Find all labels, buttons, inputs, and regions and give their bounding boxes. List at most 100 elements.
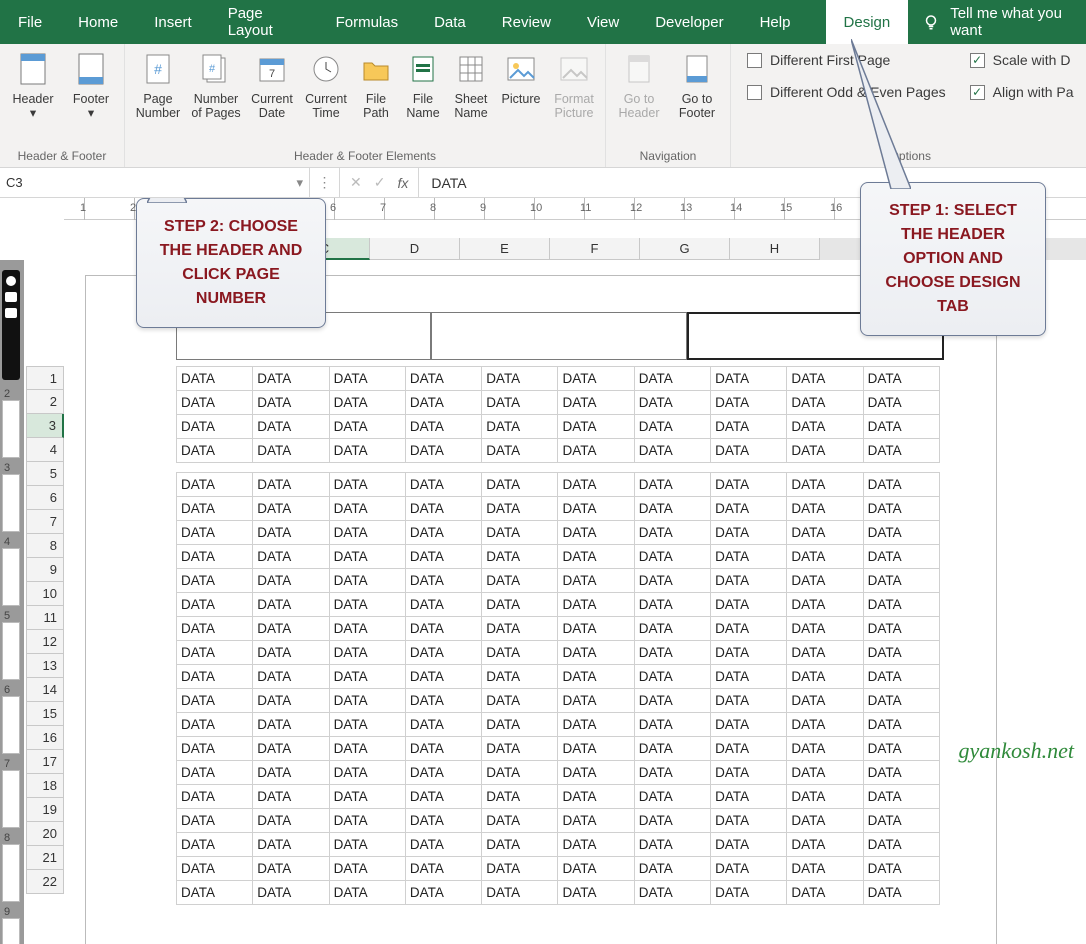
cell[interactable]: DATA bbox=[405, 713, 481, 737]
cell[interactable]: DATA bbox=[863, 665, 939, 689]
cell[interactable]: DATA bbox=[634, 761, 710, 785]
cell[interactable]: DATA bbox=[558, 391, 634, 415]
cell[interactable]: DATA bbox=[863, 521, 939, 545]
row-header[interactable]: 20 bbox=[26, 822, 64, 846]
cell[interactable]: DATA bbox=[253, 665, 329, 689]
cell[interactable]: DATA bbox=[863, 497, 939, 521]
cell[interactable]: DATA bbox=[711, 761, 787, 785]
cell[interactable]: DATA bbox=[482, 737, 558, 761]
cancel-icon[interactable]: ✕ bbox=[350, 174, 362, 191]
cell[interactable]: DATA bbox=[405, 881, 481, 905]
cell[interactable]: DATA bbox=[177, 641, 253, 665]
cell[interactable]: DATA bbox=[405, 593, 481, 617]
cell[interactable]: DATA bbox=[787, 617, 863, 641]
table-row[interactable]: DATADATADATADATADATADATADATADATADATADATA bbox=[177, 439, 940, 463]
cell[interactable]: DATA bbox=[405, 415, 481, 439]
cell[interactable]: DATA bbox=[329, 569, 405, 593]
menu-formulas[interactable]: Formulas bbox=[318, 0, 417, 44]
cell[interactable]: DATA bbox=[634, 497, 710, 521]
table-row[interactable]: DATADATADATADATADATADATADATADATADATADATA bbox=[177, 415, 940, 439]
cell[interactable]: DATA bbox=[558, 473, 634, 497]
menu-view[interactable]: View bbox=[569, 0, 637, 44]
cell[interactable]: DATA bbox=[482, 545, 558, 569]
number-of-pages-button[interactable]: # Number of Pages bbox=[187, 48, 245, 124]
table-row[interactable]: DATADATADATADATADATADATADATADATADATADATA bbox=[177, 665, 940, 689]
cell[interactable]: DATA bbox=[787, 473, 863, 497]
fx-icon[interactable]: fx bbox=[397, 175, 408, 191]
cell[interactable]: DATA bbox=[329, 809, 405, 833]
cell[interactable]: DATA bbox=[863, 857, 939, 881]
cell[interactable]: DATA bbox=[634, 881, 710, 905]
cell[interactable]: DATA bbox=[863, 785, 939, 809]
cell[interactable]: DATA bbox=[558, 641, 634, 665]
cell[interactable]: DATA bbox=[787, 367, 863, 391]
row-header[interactable]: 12 bbox=[26, 630, 64, 654]
cell[interactable]: DATA bbox=[177, 367, 253, 391]
cell[interactable]: DATA bbox=[329, 761, 405, 785]
cell[interactable]: DATA bbox=[863, 713, 939, 737]
cell[interactable]: DATA bbox=[558, 713, 634, 737]
cell[interactable]: DATA bbox=[405, 641, 481, 665]
cell[interactable]: DATA bbox=[863, 809, 939, 833]
cell[interactable]: DATA bbox=[863, 391, 939, 415]
row-header[interactable]: 9 bbox=[26, 558, 64, 582]
tell-me[interactable]: Tell me what you want bbox=[908, 0, 1086, 44]
menu-page-layout[interactable]: Page Layout bbox=[210, 0, 318, 44]
cell[interactable]: DATA bbox=[787, 689, 863, 713]
header-button[interactable]: Header▾ bbox=[4, 48, 62, 124]
table-row[interactable]: DATADATADATADATADATADATADATADATADATADATA bbox=[177, 833, 940, 857]
cell[interactable]: DATA bbox=[482, 593, 558, 617]
cell[interactable]: DATA bbox=[482, 833, 558, 857]
picture-button[interactable]: Picture bbox=[495, 48, 547, 124]
cell[interactable]: DATA bbox=[711, 415, 787, 439]
cell[interactable]: DATA bbox=[253, 617, 329, 641]
row-header[interactable]: 5 bbox=[26, 462, 64, 486]
cell[interactable]: DATA bbox=[329, 857, 405, 881]
cell[interactable]: DATA bbox=[558, 665, 634, 689]
cell[interactable]: DATA bbox=[558, 809, 634, 833]
row-header[interactable]: 15 bbox=[26, 702, 64, 726]
cell[interactable]: DATA bbox=[558, 833, 634, 857]
cell[interactable]: DATA bbox=[405, 497, 481, 521]
cell[interactable]: DATA bbox=[558, 617, 634, 641]
cell[interactable]: DATA bbox=[634, 367, 710, 391]
cell[interactable]: DATA bbox=[253, 593, 329, 617]
file-name-button[interactable]: File Name bbox=[399, 48, 447, 124]
cell[interactable]: DATA bbox=[634, 617, 710, 641]
cell[interactable]: DATA bbox=[177, 809, 253, 833]
cell[interactable]: DATA bbox=[787, 737, 863, 761]
cell[interactable]: DATA bbox=[405, 761, 481, 785]
cell[interactable]: DATA bbox=[634, 713, 710, 737]
cell[interactable]: DATA bbox=[787, 881, 863, 905]
cell[interactable]: DATA bbox=[329, 497, 405, 521]
option-scale[interactable]: ✓ Scale with D bbox=[970, 52, 1074, 68]
cell[interactable]: DATA bbox=[482, 713, 558, 737]
cell[interactable]: DATA bbox=[177, 545, 253, 569]
cell[interactable]: DATA bbox=[177, 881, 253, 905]
cell[interactable]: DATA bbox=[863, 617, 939, 641]
cell[interactable]: DATA bbox=[253, 713, 329, 737]
cell[interactable]: DATA bbox=[329, 881, 405, 905]
menu-design[interactable]: Design bbox=[826, 0, 909, 44]
cell[interactable]: DATA bbox=[863, 689, 939, 713]
table-row[interactable]: DATADATADATADATADATADATADATADATADATADATA bbox=[177, 593, 940, 617]
sheet-name-button[interactable]: Sheet Name bbox=[447, 48, 495, 124]
cell[interactable]: DATA bbox=[787, 545, 863, 569]
cell[interactable]: DATA bbox=[253, 809, 329, 833]
cell[interactable]: DATA bbox=[482, 665, 558, 689]
cell[interactable]: DATA bbox=[482, 367, 558, 391]
cell[interactable]: DATA bbox=[863, 833, 939, 857]
cell[interactable]: DATA bbox=[482, 497, 558, 521]
cell[interactable]: DATA bbox=[405, 689, 481, 713]
cell[interactable]: DATA bbox=[177, 857, 253, 881]
cell[interactable]: DATA bbox=[253, 833, 329, 857]
row-header[interactable]: 21 bbox=[26, 846, 64, 870]
cell[interactable]: DATA bbox=[558, 593, 634, 617]
cell[interactable]: DATA bbox=[253, 497, 329, 521]
row-header[interactable]: 11 bbox=[26, 606, 64, 630]
row-header[interactable]: 4 bbox=[26, 438, 64, 462]
cell[interactable]: DATA bbox=[253, 415, 329, 439]
cell[interactable]: DATA bbox=[253, 641, 329, 665]
cell[interactable]: DATA bbox=[405, 809, 481, 833]
cell[interactable]: DATA bbox=[711, 439, 787, 463]
